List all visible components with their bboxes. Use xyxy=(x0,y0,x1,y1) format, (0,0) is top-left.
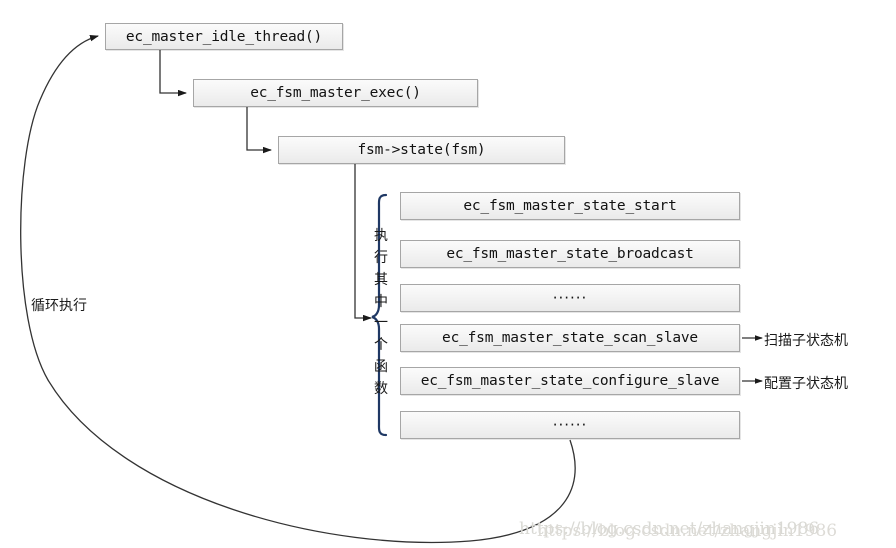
node-ec-fsm-master-state-broadcast[interactable]: ec_fsm_master_state_broadcast xyxy=(400,240,740,268)
brace-label-char-2: 其 xyxy=(374,271,388,288)
node-label: ec_master_idle_thread() xyxy=(125,28,323,45)
loop-execution-label: 循环执行 xyxy=(30,295,88,315)
node-state-ellipsis-bottom[interactable]: ······ xyxy=(400,411,740,439)
node-label: ······ xyxy=(552,416,588,434)
brace-label-char-1: 行 xyxy=(374,249,388,266)
brace-label-char-0: 执 xyxy=(374,228,388,244)
connector-dispatch-to-states xyxy=(354,164,372,322)
brace-label-char-4: 一 xyxy=(374,315,388,332)
node-ec-fsm-master-exec[interactable]: ec_fsm_master_exec() xyxy=(193,79,478,107)
brace-vertical-label: 执 行 其 中 一 个 函 数 xyxy=(371,229,391,396)
node-ec-fsm-master-state-scan-slave[interactable]: ec_fsm_master_state_scan_slave xyxy=(400,324,740,352)
brace-label-char-5: 个 xyxy=(374,337,388,354)
node-ec-master-idle-thread[interactable]: ec_master_idle_thread() xyxy=(105,23,343,50)
annotation-scan-sub-fsm: 扫描子状态机 xyxy=(764,330,848,350)
connector-exec-to-dispatch xyxy=(246,106,272,154)
node-ec-fsm-master-state-start[interactable]: ec_fsm_master_state_start xyxy=(400,192,740,220)
node-label: ec_fsm_master_exec() xyxy=(250,85,421,101)
node-state-ellipsis-top[interactable]: ······ xyxy=(400,284,740,312)
node-label: ec_fsm_master_state_broadcast xyxy=(446,246,694,262)
brace-label-char-3: 中 xyxy=(374,293,388,310)
node-label: ec_fsm_master_state_scan_slave xyxy=(442,330,698,346)
node-label: ······ xyxy=(552,289,588,307)
node-label: fsm->state(fsm) xyxy=(357,142,486,158)
connector-idle-to-exec xyxy=(159,49,187,97)
brace-label-char-7: 数 xyxy=(374,380,388,397)
loop-label-text: 循环执行 xyxy=(31,298,87,314)
annotation-label: 配置子状态机 xyxy=(764,376,848,392)
annotation-configure-sub-fsm: 配置子状态机 xyxy=(764,373,848,393)
node-label: ec_fsm_master_state_start xyxy=(463,198,677,214)
node-fsm-state-dispatch[interactable]: fsm->state(fsm) xyxy=(278,136,565,164)
node-ec-fsm-master-state-configure-slave[interactable]: ec_fsm_master_state_configure_slave xyxy=(400,367,740,395)
annotation-label: 扫描子状态机 xyxy=(764,333,848,349)
brace-label-char-6: 函 xyxy=(374,359,388,376)
node-label: ec_fsm_master_state_configure_slave xyxy=(420,373,720,389)
